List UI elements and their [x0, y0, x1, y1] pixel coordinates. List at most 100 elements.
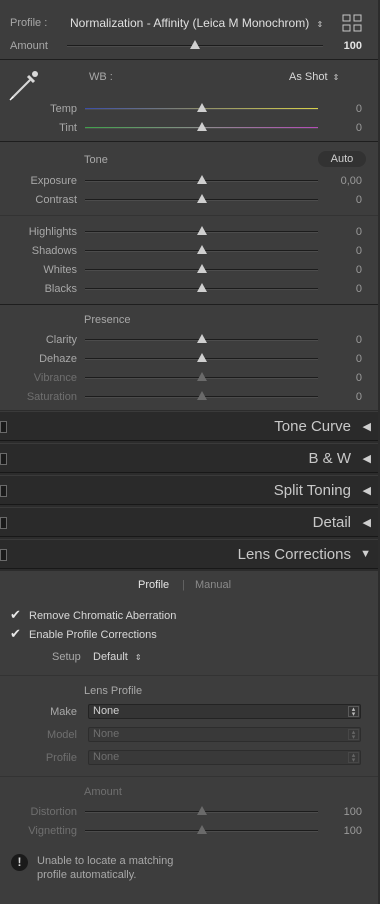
profile-label: Profile : — [10, 17, 48, 29]
section-header-tone-curve[interactable]: Tone Curve ◀ — [0, 411, 378, 441]
blacks-slider-thumb[interactable] — [196, 283, 207, 292]
wb-value: As Shot — [289, 71, 328, 83]
blacks-value: 0 — [355, 283, 362, 295]
warning-icon: ! — [11, 854, 28, 871]
updown-icon: ⇕ — [134, 653, 142, 662]
panel-switch-icon[interactable] — [0, 453, 7, 465]
lens-profile-value: None — [93, 751, 120, 763]
saturation-label: Saturation — [26, 391, 77, 403]
tab-manual[interactable]: Manual — [195, 579, 231, 591]
lens-profile-field-label: Profile — [45, 752, 77, 764]
tint-value: 0 — [355, 122, 362, 134]
enable-profile-label[interactable]: Enable Profile Corrections — [29, 629, 157, 641]
clarity-label: Clarity — [45, 334, 77, 346]
auto-button[interactable]: Auto — [318, 151, 366, 167]
temp-value: 0 — [355, 103, 362, 115]
model-label: Model — [47, 729, 77, 741]
setup-dropdown[interactable]: Default ⇕ — [93, 651, 142, 663]
updown-icon: ▴ ▾ — [348, 729, 359, 741]
panel-switch-icon[interactable] — [0, 517, 7, 529]
section-title: Split Toning — [273, 482, 351, 499]
section-title: Detail — [312, 514, 351, 531]
lens-profile-dropdown[interactable]: None ▴ ▾ — [88, 750, 361, 765]
tone-label: Tone — [84, 154, 108, 166]
vignetting-value: 100 — [343, 825, 362, 837]
shadows-value: 0 — [355, 245, 362, 257]
temp-slider-thumb[interactable] — [196, 103, 207, 112]
whites-label: Whites — [43, 264, 77, 276]
exposure-label: Exposure — [30, 175, 77, 187]
contrast-label: Contrast — [35, 194, 77, 206]
expanded-triangle-icon: ▼ — [360, 548, 371, 560]
profile-browser-grid-icon[interactable] — [342, 14, 363, 33]
collapsed-triangle-icon: ◀ — [362, 517, 371, 529]
section-header-b-w[interactable]: B & W ◀ — [0, 443, 378, 473]
section-header-lens-corrections[interactable]: Lens Corrections ▼ — [0, 539, 378, 569]
highlights-label: Highlights — [28, 226, 77, 238]
warning-text-line2: profile automatically. — [37, 869, 137, 881]
updown-icon: ▴ ▾ — [348, 752, 359, 764]
profile-dropdown[interactable]: Normalization - Affinity (Leica M Monoch… — [70, 16, 323, 30]
setup-label: Setup — [52, 651, 81, 663]
saturation-slider-thumb[interactable] — [196, 391, 207, 400]
divider — [0, 141, 378, 142]
shadows-slider-thumb[interactable] — [196, 245, 207, 254]
highlights-slider-thumb[interactable] — [196, 226, 207, 235]
updown-icon: ⇕ — [332, 73, 340, 82]
section-title: Lens Corrections — [237, 546, 351, 563]
lens-amount-label: Amount — [84, 786, 122, 798]
remove-ca-checkbox[interactable]: ✔ — [10, 608, 22, 621]
section-title: Tone Curve — [274, 418, 351, 435]
vibrance-label: Vibrance — [33, 372, 77, 384]
vignetting-label: Vignetting — [28, 825, 77, 837]
blacks-label: Blacks — [44, 283, 77, 295]
shadows-label: Shadows — [31, 245, 77, 257]
tint-label: Tint — [59, 122, 77, 134]
model-dropdown[interactable]: None ▴ ▾ — [88, 727, 361, 742]
collapsed-triangle-icon: ◀ — [362, 421, 371, 433]
contrast-value: 0 — [355, 194, 362, 206]
panel-switch-icon[interactable] — [0, 485, 7, 497]
distortion-slider-thumb[interactable] — [197, 806, 207, 815]
exposure-value: 0,00 — [340, 175, 362, 187]
section-header-detail[interactable]: Detail ◀ — [0, 507, 378, 537]
wb-dropdown[interactable]: As Shot ⇕ — [289, 71, 339, 83]
distortion-label: Distortion — [30, 806, 77, 818]
collapsed-triangle-icon: ◀ — [362, 485, 371, 497]
updown-icon: ⇕ — [316, 20, 324, 29]
setup-value: Default — [93, 651, 128, 663]
warning-text-line1: Unable to locate a matching — [37, 855, 174, 867]
exposure-slider-thumb[interactable] — [196, 175, 207, 184]
updown-icon: ▴ ▾ — [348, 706, 359, 718]
temp-label: Temp — [50, 103, 77, 115]
section-header-split-toning[interactable]: Split Toning ◀ — [0, 475, 378, 505]
divider — [0, 59, 378, 60]
panel-switch-icon[interactable] — [0, 549, 7, 561]
vignetting-slider-thumb[interactable] — [197, 825, 207, 834]
divider — [0, 215, 378, 216]
tab-separator: | — [182, 579, 185, 591]
section-title: B & W — [308, 450, 351, 467]
divider — [0, 304, 378, 305]
whites-slider-thumb[interactable] — [196, 264, 207, 273]
clarity-value: 0 — [355, 334, 362, 346]
clarity-slider-thumb[interactable] — [196, 334, 207, 343]
amount-slider-thumb[interactable] — [190, 40, 200, 49]
enable-profile-checkbox[interactable]: ✔ — [10, 627, 22, 640]
remove-ca-label[interactable]: Remove Chromatic Aberration — [29, 610, 176, 622]
make-value: None — [93, 705, 120, 717]
tab-profile[interactable]: Profile — [138, 579, 169, 591]
dehaze-label: Dehaze — [39, 353, 77, 365]
vibrance-slider-thumb[interactable] — [196, 372, 207, 381]
lens-profile-label: Lens Profile — [84, 685, 143, 697]
contrast-slider-thumb[interactable] — [196, 194, 207, 203]
amount-label: Amount — [10, 40, 48, 52]
eyedropper-icon[interactable] — [6, 66, 42, 102]
tint-slider-thumb[interactable] — [196, 122, 207, 131]
make-dropdown[interactable]: None ▴ ▾ — [88, 704, 361, 719]
dehaze-slider-thumb[interactable] — [196, 353, 207, 362]
distortion-value: 100 — [343, 806, 362, 818]
saturation-value: 0 — [355, 391, 362, 403]
amount-value: 100 — [343, 40, 362, 52]
panel-switch-icon[interactable] — [0, 421, 7, 433]
